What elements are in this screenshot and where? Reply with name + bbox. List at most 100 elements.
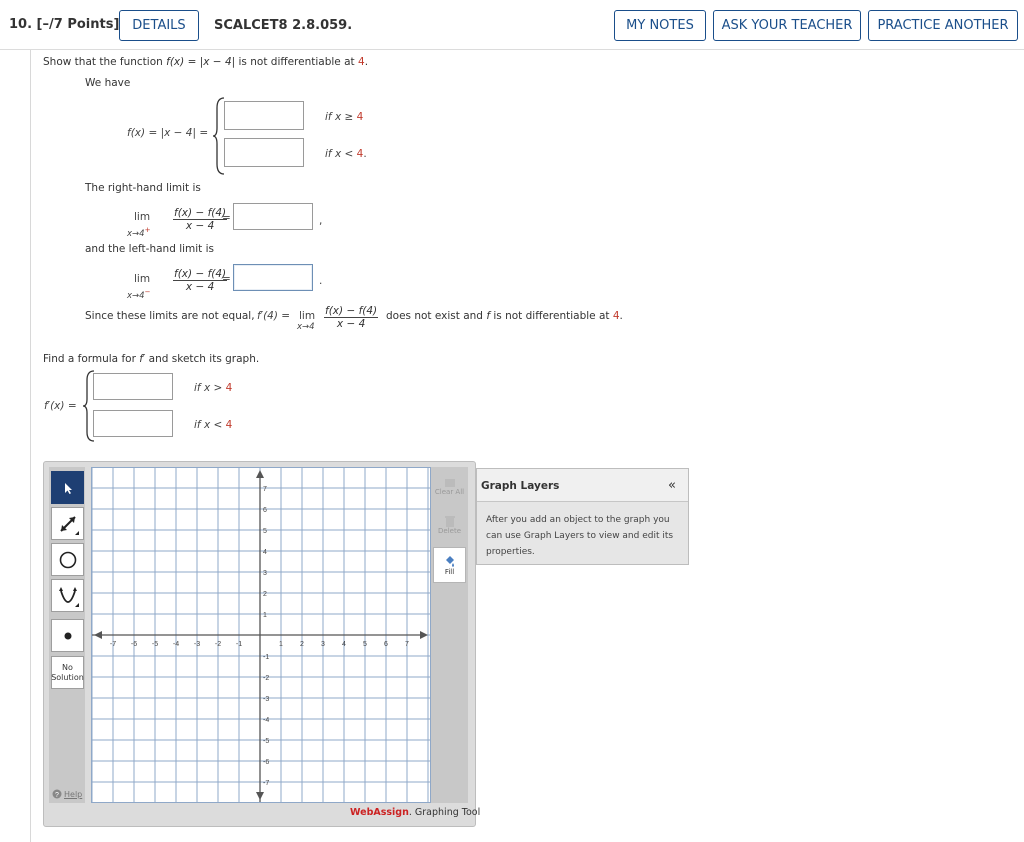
lim-left-label: lim — [134, 273, 151, 285]
delete-button[interactable]: Delete — [433, 507, 466, 543]
pointer-icon — [64, 482, 72, 494]
x-tick-label: 7 — [405, 641, 409, 648]
y-tick-label: 7 — [263, 486, 267, 493]
lim-right-subscript: x→4+ — [127, 225, 151, 239]
help-link[interactable]: ? Help — [52, 789, 82, 799]
line-tool[interactable] — [51, 507, 84, 540]
x-tick-label: 5 — [363, 641, 367, 648]
parabola-icon — [58, 586, 79, 607]
since-text-b: does not exist and f is not differentiab… — [386, 310, 623, 322]
question-code: SCALCET8 2.8.059. — [214, 18, 353, 33]
fprime-4: f′(4) = — [257, 310, 291, 322]
delete-label: Delete — [438, 527, 461, 535]
x-tick-label: -7 — [110, 641, 116, 648]
clear-label: Clear All — [434, 488, 465, 496]
trash-icon — [444, 516, 455, 527]
graphing-tool-brand: WebAssign. Graphing Tool — [350, 807, 481, 818]
y-tick-label: -2 — [263, 675, 269, 682]
details-button[interactable]: DETAILS — [119, 10, 199, 41]
coordinate-grid[interactable]: -7 -6 -5 -4 -3 -2 -1 1 2 3 4 5 6 7 7 6 5 4 3 2 1 -1 -2 -3 -4 -5 -6… — [91, 467, 431, 803]
equals-right: = — [222, 212, 231, 224]
point-icon — [64, 632, 71, 639]
practice-another-button[interactable]: PRACTICE ANOTHER — [868, 10, 1018, 41]
since-lim-label: lim — [299, 310, 316, 322]
x-axis-arrow-right — [420, 631, 428, 639]
fill-label: Fill — [444, 568, 455, 576]
piece1-answer-input[interactable] — [224, 101, 304, 130]
piece2-answer-input[interactable] — [224, 138, 304, 167]
equals-left: = — [222, 273, 231, 285]
svg-text:?: ? — [55, 792, 59, 799]
y-tick-label: -5 — [263, 738, 269, 745]
graph-right-toolbar: Clear All Delete Fill — [431, 467, 468, 803]
x-tick-label: -5 — [152, 641, 158, 648]
y-tick-label: 1 — [263, 612, 267, 619]
comma: , — [319, 215, 323, 227]
y-tick-label: -6 — [263, 759, 269, 766]
x-tick-label: -2 — [215, 641, 221, 648]
fprime-condition-2: if x < 4 — [194, 419, 233, 431]
fprime-piece2-input[interactable] — [93, 410, 173, 437]
lim-right-label: lim — [134, 211, 151, 223]
question-number: 10. [–/7 Points] — [9, 17, 120, 32]
ask-your-teacher-button[interactable]: ASK YOUR TEACHER — [713, 10, 861, 41]
no-solution-button[interactable]: No Solution — [51, 656, 84, 689]
y-tick-label: 2 — [263, 591, 267, 598]
x-tick-label: -1 — [236, 641, 242, 648]
graph-layers-title: Graph Layers — [481, 480, 560, 492]
collapse-layers-button[interactable]: « — [668, 478, 676, 493]
circle-tool[interactable] — [51, 543, 84, 576]
since-difference-quotient: f(x) − f(4) x − 4 — [324, 305, 379, 330]
pointer-tool[interactable] — [51, 471, 84, 504]
help-icon: ? — [52, 789, 62, 799]
y-tick-label: 5 — [263, 528, 267, 535]
left-limit-answer-input[interactable] — [233, 264, 313, 291]
right-limit-answer-input[interactable] — [233, 203, 313, 230]
x-tick-label: -3 — [194, 641, 200, 648]
y-tick-label: -3 — [263, 696, 269, 703]
since-lim-subscript: x→4 — [297, 322, 315, 332]
grid-canvas[interactable]: -7 -6 -5 -4 -3 -2 -1 1 2 3 4 5 6 7 7 6 5 4 3 2 1 -1 -2 -3 -4 -5 -6… — [91, 468, 430, 802]
y-tick-label: -4 — [263, 717, 269, 724]
x-tick-label: -6 — [131, 641, 137, 648]
circle-icon — [59, 551, 76, 568]
point-tool[interactable] — [51, 619, 84, 652]
x-tick-label: 6 — [384, 641, 388, 648]
parabola-tool[interactable] — [51, 579, 84, 612]
content-border — [30, 50, 31, 842]
y-tick-label: -1 — [263, 654, 269, 661]
fprime-lhs: f′(x) = — [44, 400, 77, 412]
piecewise-lhs: f(x) = |x − 4| = — [127, 127, 209, 139]
lim-left-subscript: x→4− — [127, 287, 151, 301]
left-hand-limit-text: and the left-hand limit is — [85, 243, 215, 255]
clear-icon — [444, 479, 455, 487]
period: . — [319, 275, 323, 287]
line-arrow-icon — [59, 515, 79, 535]
x-tick-label: 3 — [321, 641, 325, 648]
x-tick-label: -4 — [173, 641, 179, 648]
x-tick-label: 1 — [279, 641, 283, 648]
y-axis-arrow-up — [256, 470, 264, 478]
problem-statement: Show that the function f(x) = |x − 4| is… — [43, 56, 369, 68]
graph-layers-description: After you add an object to the graph you… — [486, 515, 674, 557]
since-text-a: Since these limits are not equal, — [85, 310, 255, 322]
fill-button[interactable]: Fill — [433, 547, 466, 583]
x-tick-label: 4 — [342, 641, 346, 648]
y-tick-label: 4 — [263, 549, 267, 556]
clear-all-button[interactable]: Clear All — [433, 469, 466, 505]
my-notes-button[interactable]: MY NOTES — [614, 10, 706, 41]
help-label: Help — [64, 789, 83, 799]
fprime-piece1-input[interactable] — [93, 373, 173, 400]
fprime-condition-1: if x > 4 — [194, 382, 233, 394]
difference-quotient-left: f(x) − f(4) x − 4 — [173, 268, 228, 293]
y-tick-label: 3 — [263, 570, 267, 577]
y-tick-label: -7 — [263, 780, 269, 787]
x-axis-arrow-left — [94, 631, 102, 639]
condition-2: if x < 4. — [325, 148, 367, 160]
right-hand-limit-text: The right-hand limit is — [85, 182, 201, 194]
fill-bucket-icon — [445, 556, 454, 567]
we-have-text: We have — [85, 77, 131, 89]
y-tick-label: 6 — [263, 507, 267, 514]
x-tick-label: 2 — [300, 641, 304, 648]
y-axis-arrow-down — [256, 792, 264, 800]
